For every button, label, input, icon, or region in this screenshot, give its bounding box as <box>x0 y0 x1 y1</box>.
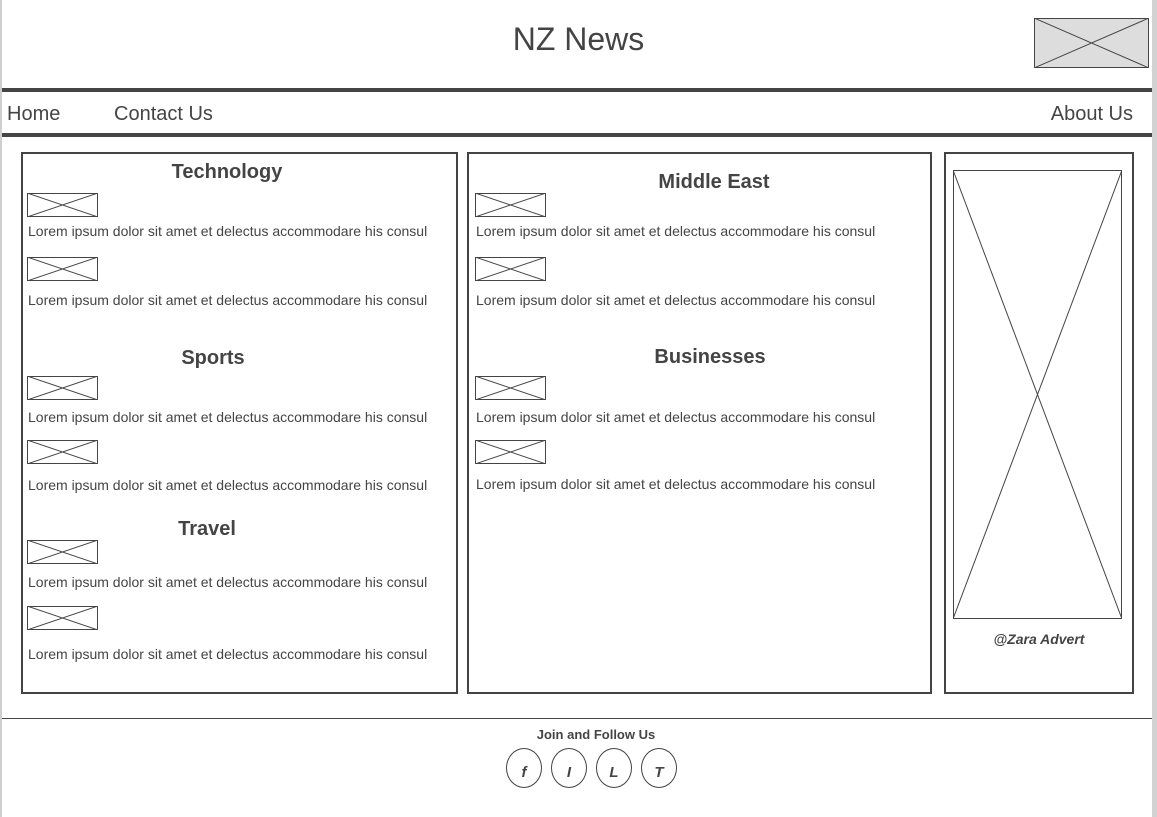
twitter-icon[interactable]: T <box>641 748 677 788</box>
image-placeholder-icon[interactable] <box>27 606 98 630</box>
section-title-middle-east: Middle East <box>658 171 770 193</box>
image-placeholder-icon[interactable] <box>475 376 546 400</box>
footer-follow-text: Join and Follow Us <box>536 727 656 742</box>
nav-about-link[interactable]: About Us <box>1051 103 1133 126</box>
nav-home-link[interactable]: Home <box>7 103 60 126</box>
frame-left-edge <box>0 0 2 817</box>
section-title-travel: Travel <box>178 518 236 540</box>
article-link[interactable]: Lorem ipsum dolor sit amet et delectus a… <box>28 223 427 239</box>
article-link[interactable]: Lorem ipsum dolor sit amet et delectus a… <box>28 409 427 425</box>
article-link[interactable]: Lorem ipsum dolor sit amet et delectus a… <box>476 409 875 425</box>
facebook-icon[interactable]: f <box>506 748 542 788</box>
article-link[interactable]: Lorem ipsum dolor sit amet et delectus a… <box>476 292 875 308</box>
nav-top-rule <box>2 88 1152 92</box>
image-placeholder-icon[interactable] <box>27 440 98 464</box>
advert-image-placeholder-icon[interactable] <box>953 170 1122 619</box>
linkedin-icon[interactable]: L <box>596 748 632 788</box>
image-placeholder-icon[interactable] <box>475 193 546 217</box>
image-placeholder-icon[interactable] <box>27 193 98 217</box>
image-placeholder-icon[interactable] <box>475 257 546 281</box>
section-title-businesses: Businesses <box>654 346 766 368</box>
article-link[interactable]: Lorem ipsum dolor sit amet et delectus a… <box>28 574 427 590</box>
nav-contact-link[interactable]: Contact Us <box>114 103 213 126</box>
article-link[interactable]: Lorem ipsum dolor sit amet et delectus a… <box>28 477 427 493</box>
image-placeholder-icon[interactable] <box>475 440 546 464</box>
article-link[interactable]: Lorem ipsum dolor sit amet et delectus a… <box>476 476 875 492</box>
nav-bottom-rule <box>2 133 1152 137</box>
section-title-sports: Sports <box>181 347 245 369</box>
article-link[interactable]: Lorem ipsum dolor sit amet et delectus a… <box>28 292 427 308</box>
image-placeholder-icon[interactable] <box>27 376 98 400</box>
footer-rule <box>2 718 1152 719</box>
instagram-icon[interactable]: I <box>551 748 587 788</box>
frame-right-edge <box>1152 0 1157 817</box>
advert-caption: @Zara Advert <box>993 631 1085 647</box>
section-title-technology: Technology <box>171 161 283 183</box>
article-link[interactable]: Lorem ipsum dolor sit amet et delectus a… <box>476 223 875 239</box>
article-link[interactable]: Lorem ipsum dolor sit amet et delectus a… <box>28 646 427 662</box>
logo-placeholder-icon[interactable] <box>1034 18 1149 68</box>
image-placeholder-icon[interactable] <box>27 540 98 564</box>
site-title: NZ News <box>512 21 645 57</box>
image-placeholder-icon[interactable] <box>27 257 98 281</box>
